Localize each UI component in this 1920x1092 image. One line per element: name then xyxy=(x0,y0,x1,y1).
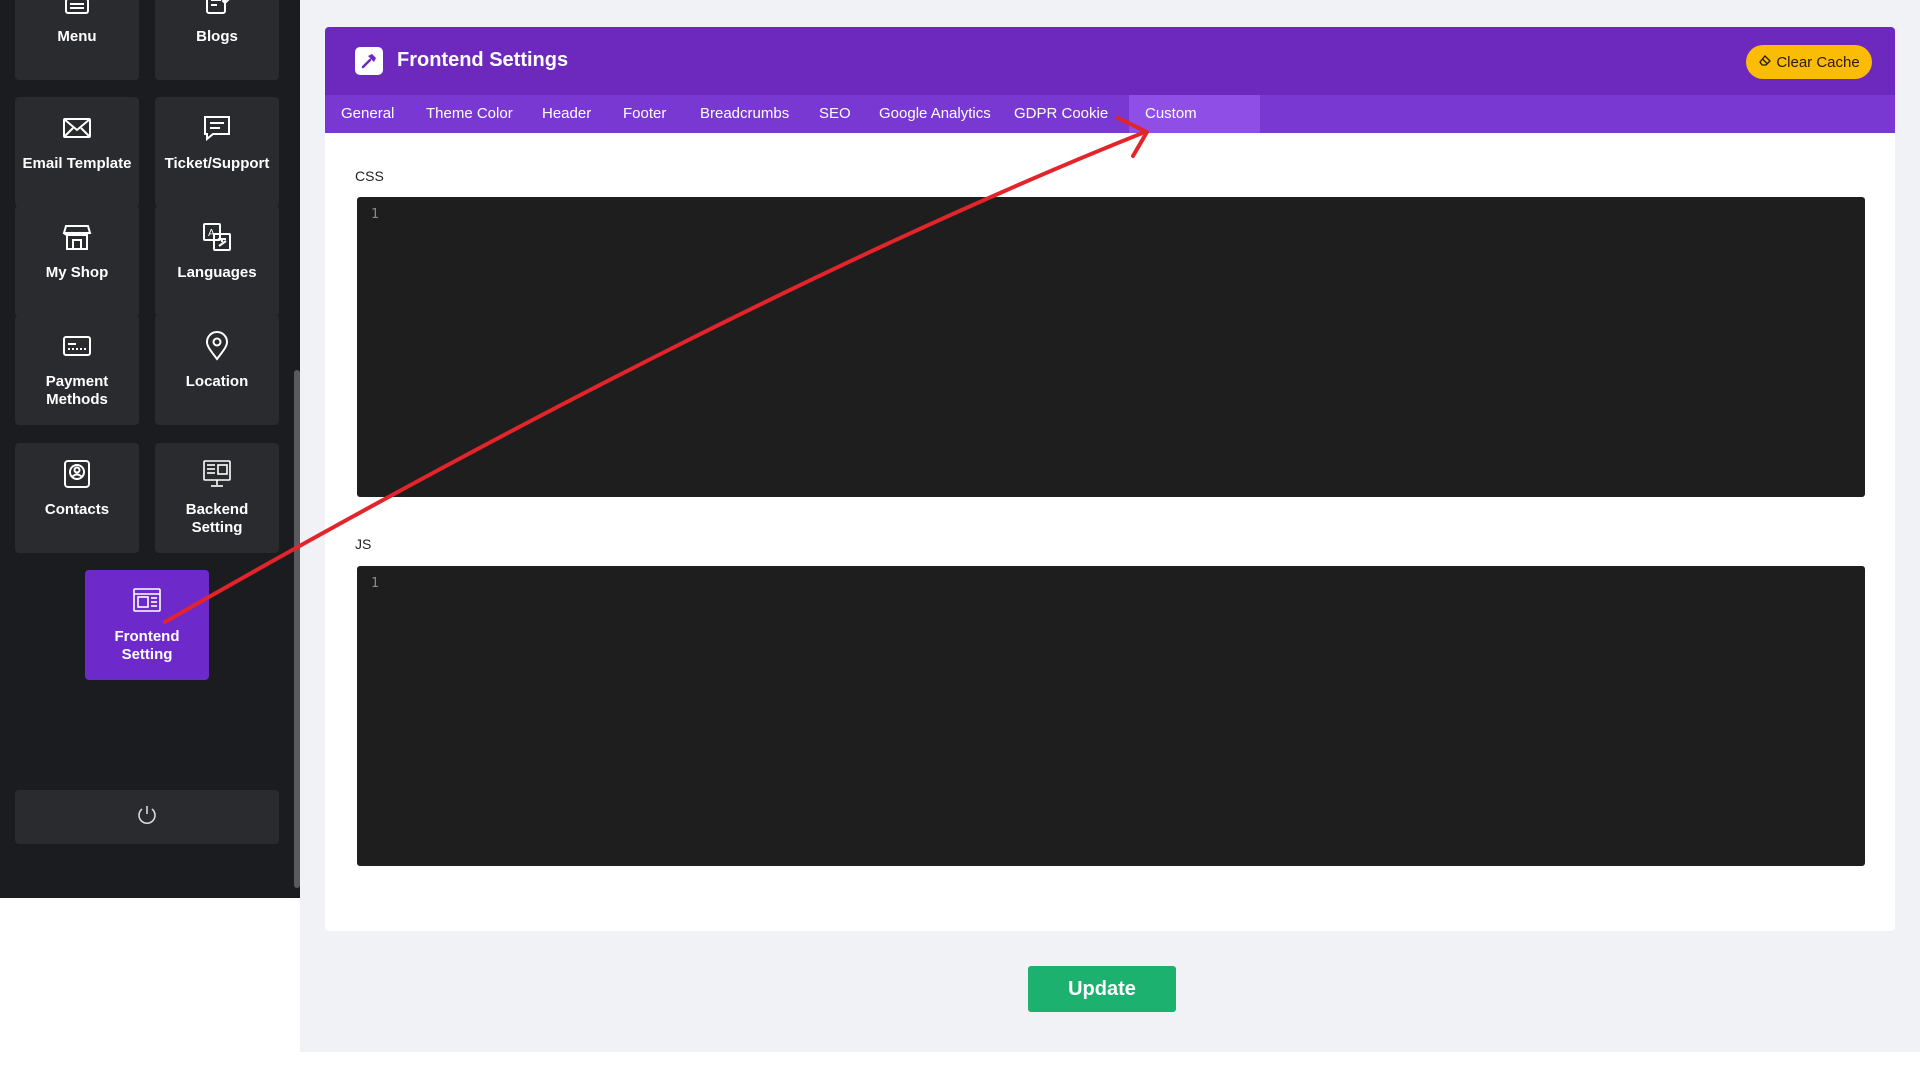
js-code-editor[interactable]: 1 xyxy=(357,566,1865,866)
sidebar-item-contacts[interactable]: Contacts xyxy=(15,443,139,553)
shop-icon xyxy=(60,220,94,254)
logout-button[interactable] xyxy=(15,790,279,844)
update-button[interactable]: Update xyxy=(1028,966,1176,1012)
eraser-icon xyxy=(1758,53,1772,71)
sidebar-item-email-template[interactable]: Email Template xyxy=(15,97,139,207)
sidebar-item-label: Backend Setting xyxy=(185,501,249,536)
tab-footer[interactable]: Footer xyxy=(607,95,682,133)
sidebar-item-blogs[interactable]: Blogs xyxy=(155,0,279,80)
power-icon xyxy=(135,803,159,832)
sidebar-item-label: Languages xyxy=(177,264,257,281)
sidebar-item-menu[interactable]: Menu xyxy=(15,0,139,80)
sidebar-item-label: Payment Methods xyxy=(45,373,109,408)
tab-bar: General Theme Color Header Footer Breadc… xyxy=(325,95,1895,160)
frontend-icon xyxy=(130,584,164,618)
card-icon xyxy=(60,329,94,363)
css-code-editor[interactable]: 1 xyxy=(357,197,1865,497)
menu-icon xyxy=(60,0,94,18)
map-pin-icon xyxy=(200,329,234,363)
line-number: 1 xyxy=(371,576,379,591)
hammer-icon xyxy=(355,47,383,75)
settings-panel: Frontend Settings Clear Cache General Th… xyxy=(325,27,1895,931)
sidebar-item-my-shop[interactable]: My Shop xyxy=(15,206,139,316)
tab-general[interactable]: General xyxy=(325,95,410,133)
tab-breadcrumbs[interactable]: Breadcrumbs xyxy=(684,95,805,133)
sidebar-item-label: Location xyxy=(185,373,249,390)
sidebar-item-languages[interactable]: A Languages xyxy=(155,206,279,316)
envelope-icon xyxy=(60,111,94,145)
tab-theme-color[interactable]: Theme Color xyxy=(410,95,529,133)
sidebar-item-label: Ticket/Support xyxy=(164,155,270,172)
sidebar-item-label: Menu xyxy=(57,28,97,45)
sidebar-item-label: Frontend Setting xyxy=(114,628,180,663)
clear-cache-button[interactable]: Clear Cache xyxy=(1746,45,1872,79)
translate-icon: A xyxy=(200,220,234,254)
page-title: Frontend Settings xyxy=(397,49,569,71)
tab-header[interactable]: Header xyxy=(526,95,607,133)
tab-google-analytics[interactable]: Google Analytics xyxy=(863,95,1007,133)
css-label: CSS xyxy=(355,168,384,184)
blog-icon xyxy=(200,0,234,18)
tab-gdpr-cookie[interactable]: GDPR Cookie xyxy=(998,95,1124,133)
panel-header: Frontend Settings Clear Cache xyxy=(325,27,1895,95)
contact-icon xyxy=(60,457,94,491)
clear-cache-label: Clear Cache xyxy=(1776,53,1860,71)
sidebar: Menu Blogs Email Template Ticket/Support xyxy=(0,0,300,898)
sidebar-item-location[interactable]: Location xyxy=(155,315,279,425)
sidebar-item-frontend-setting[interactable]: Frontend Setting xyxy=(85,570,209,680)
tab-custom-css-js[interactable]: Custom CSS/JS xyxy=(1129,95,1260,160)
sidebar-item-ticket-support[interactable]: Ticket/Support xyxy=(155,97,279,207)
tab-seo[interactable]: SEO xyxy=(803,95,867,133)
sidebar-item-label: Email Template xyxy=(22,155,132,172)
monitor-icon xyxy=(200,457,234,491)
line-number: 1 xyxy=(371,207,379,222)
sidebar-item-label: Blogs xyxy=(196,28,238,45)
sidebar-item-label: Contacts xyxy=(44,501,110,518)
chat-icon xyxy=(200,111,234,145)
sidebar-item-label: My Shop xyxy=(45,264,109,281)
sidebar-item-backend-setting[interactable]: Backend Setting xyxy=(155,443,279,553)
js-label: JS xyxy=(355,536,372,552)
svg-text:A: A xyxy=(208,228,215,239)
sidebar-item-payment-methods[interactable]: Payment Methods xyxy=(15,315,139,425)
